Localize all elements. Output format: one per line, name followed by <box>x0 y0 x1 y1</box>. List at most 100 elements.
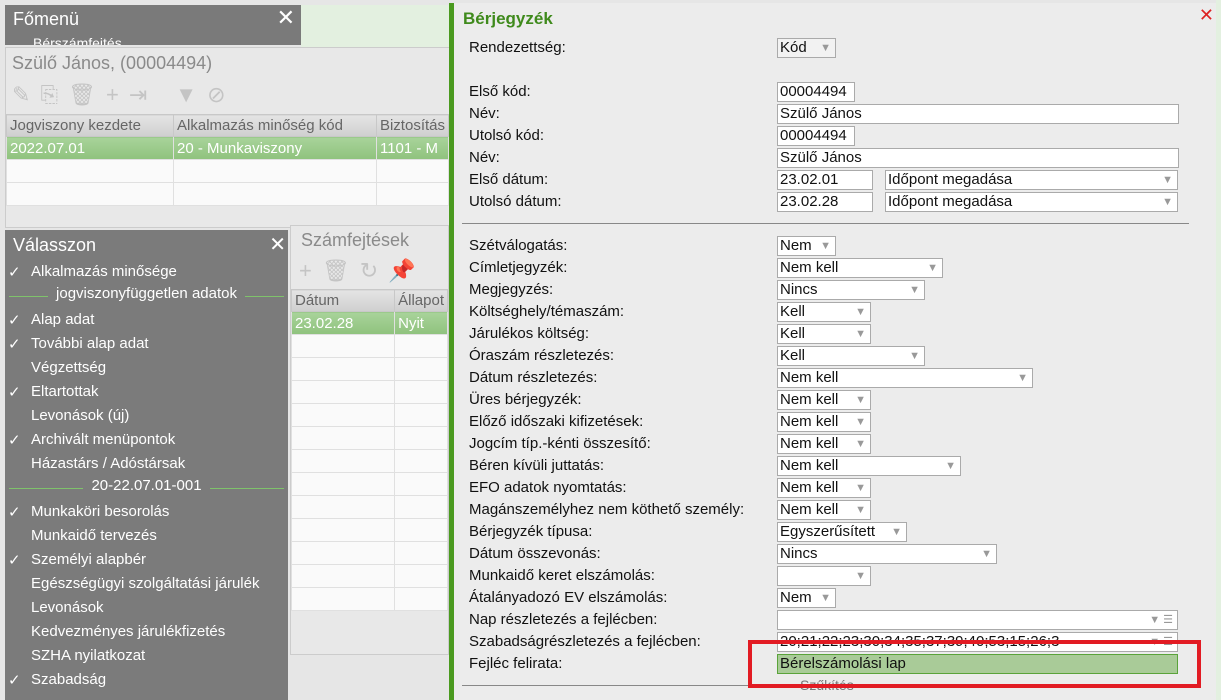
option-select[interactable]: Nincs ▼ <box>777 280 925 300</box>
close-icon[interactable]: ✕ <box>277 5 295 31</box>
list-item[interactable]: ✓ További alap adat <box>5 333 288 357</box>
option-select[interactable]: Nem kell ▼ <box>777 478 871 498</box>
filter-icon[interactable]: ▼ <box>175 82 197 108</box>
list-item[interactable]: Levonások (új) <box>5 405 288 429</box>
pin-icon[interactable]: 📌 <box>388 258 415 284</box>
field-label: Költséghely/témaszám: <box>469 303 625 320</box>
option-select[interactable]: Egyszerűsített ▼ <box>777 522 907 542</box>
field-label: Üres bérjegyzék: <box>469 391 582 408</box>
field-label: Béren kívüli juttatás: <box>469 457 605 474</box>
option-select[interactable]: Nem kell ▼ <box>777 390 871 410</box>
option-select[interactable]: Kell ▼ <box>777 346 925 366</box>
field-label: Név: <box>469 149 500 166</box>
list-item[interactable]: Kedvezményes járulékfizetés <box>5 621 288 645</box>
field-label: Óraszám részletezés: <box>469 347 615 364</box>
checkmark-icon: ✓ <box>8 264 21 281</box>
table-row[interactable]: 23.02.28 Nyit <box>290 311 448 335</box>
field-value: Kell <box>780 325 806 342</box>
list-item[interactable]: ✓ Szabadság <box>5 669 288 693</box>
table-row[interactable]: 2022.07.01 20 - Munkaviszony 1101 - M <box>5 136 450 160</box>
option-select[interactable]: Nem kell ▼ <box>777 412 871 432</box>
option-select[interactable]: Nem kell ▼ <box>777 456 961 476</box>
field-value: Kell <box>780 303 806 320</box>
field-value: Nem <box>780 237 812 254</box>
sort-select[interactable]: Kód ▼ <box>777 38 836 58</box>
background-area <box>301 5 449 47</box>
refresh-icon[interactable]: ↻ <box>360 258 378 284</box>
option-select[interactable]: Nem kell ▼ <box>777 258 943 278</box>
date-mode-select[interactable]: Időpont megadása ▼ <box>885 192 1178 212</box>
list-item[interactable]: Egészségügyi szolgáltatási járulék <box>5 573 288 597</box>
option-select[interactable]: ▼ ☰ <box>777 610 1178 630</box>
text-field[interactable]: 23.02.28 <box>777 192 873 212</box>
field-label: Dátum összevonás: <box>469 545 601 562</box>
trash-icon[interactable]: 🗑 <box>68 82 96 108</box>
field-label: Utolsó dátum: <box>469 193 562 210</box>
list-item-label: Levonások <box>31 599 104 616</box>
list-item[interactable]: ✓ Archivált menüpontok <box>5 429 288 453</box>
list-item-label: További alap adat <box>31 335 149 352</box>
field-label: Első kód: <box>469 83 531 100</box>
field-label: Címletjegyzék: <box>469 259 568 276</box>
list-item[interactable]: Munkaidő tervezés <box>5 525 288 549</box>
column-header[interactable]: Alkalmazás minőség kód <box>173 114 377 137</box>
chevron-down-icon: ▼ <box>855 416 866 428</box>
export-icon[interactable]: ⎘ <box>40 82 58 108</box>
chevron-down-icon: ▼ <box>927 262 938 274</box>
list-item-label: Szabadság <box>31 671 107 688</box>
list-item[interactable]: ✓ Személyi alapbér <box>5 549 288 573</box>
text-field[interactable]: Szülő János <box>777 148 1179 168</box>
payroll-runs-panel: Számfejtések + 🗑 ↻ 📌 Dátum Állapot 23.02.28 N… <box>290 225 449 655</box>
option-select[interactable]: ▼ <box>777 566 871 586</box>
checkmark-icon: ✓ <box>8 384 21 401</box>
list-item[interactable]: Végzettség <box>5 357 288 381</box>
list-item[interactable]: Házastárs / Adóstársak <box>5 453 288 477</box>
trash-icon[interactable]: 🗑 <box>322 258 350 284</box>
add-icon[interactable]: + <box>299 258 312 284</box>
clear-filter-icon[interactable]: ⊘ <box>207 82 225 108</box>
list-item-label: Munkaidő tervezés <box>31 527 157 544</box>
list-item[interactable]: SZHA nyilatkozat <box>5 645 288 669</box>
option-select[interactable]: Nincs ▼ <box>777 544 997 564</box>
column-header[interactable]: Dátum <box>290 289 396 312</box>
checkmark-icon: ✓ <box>8 552 21 569</box>
field-value: Nem kell <box>780 501 839 518</box>
chevron-down-icon: ▼ <box>855 570 866 582</box>
payroll-table: Dátum Állapot 23.02.28 Nyit <box>290 289 448 611</box>
add-icon[interactable]: + <box>106 82 119 108</box>
field-value: 23.02.01 <box>780 171 839 188</box>
chevron-down-icon: ▼ <box>909 284 920 296</box>
chevron-down-icon: ▼ <box>945 460 956 472</box>
option-select[interactable]: Nem kell ▼ <box>777 500 871 520</box>
list-item[interactable]: ✓ Alap adat <box>5 309 288 333</box>
list-item[interactable]: ✓ Munkaköri besorolás <box>5 501 288 525</box>
option-select[interactable]: Kell ▼ <box>777 324 871 344</box>
column-header[interactable]: Jogviszony kezdete <box>5 114 175 137</box>
import-icon[interactable]: ⇥ <box>129 82 147 108</box>
text-field[interactable]: Szülő János <box>777 104 1179 124</box>
date-mode-select[interactable]: Időpont megadása ▼ <box>885 170 1178 190</box>
edit-icon[interactable]: ✎ <box>12 82 30 108</box>
text-field[interactable]: 00004494 <box>777 126 855 146</box>
text-field[interactable]: 00004494 <box>777 82 855 102</box>
cell: 2022.07.01 <box>5 136 175 160</box>
chevron-down-icon: ▼ <box>855 306 866 318</box>
column-header[interactable]: Állapot <box>394 289 448 312</box>
option-select[interactable]: Kell ▼ <box>777 302 871 322</box>
option-select[interactable]: Nem ▼ <box>777 588 836 608</box>
list-item[interactable]: ✓ Alkalmazás minősége <box>5 261 288 285</box>
option-select[interactable]: Nem kell ▼ <box>777 434 871 454</box>
option-select[interactable]: Nem ▼ <box>777 236 836 256</box>
list-item[interactable]: ✓ Eltartottak <box>5 381 288 405</box>
field-value: 00004494 <box>780 127 847 144</box>
close-icon[interactable]: ✕ <box>269 232 286 257</box>
employment-table: Jogviszony kezdete Alkalmazás minőség kód… <box>5 114 450 206</box>
chevron-down-icon: ▼ <box>855 328 866 340</box>
column-header[interactable]: Biztosítás <box>375 114 450 137</box>
text-field[interactable]: 23.02.01 <box>777 170 873 190</box>
chevron-down-icon: ▼ <box>1162 196 1173 208</box>
option-select[interactable]: Nem kell ▼ <box>777 368 1033 388</box>
menu-item-berszamfejtes[interactable]: Bérszámfejtés <box>33 35 122 45</box>
close-icon[interactable]: ✕ <box>1199 5 1214 26</box>
list-item[interactable]: Levonások <box>5 597 288 621</box>
